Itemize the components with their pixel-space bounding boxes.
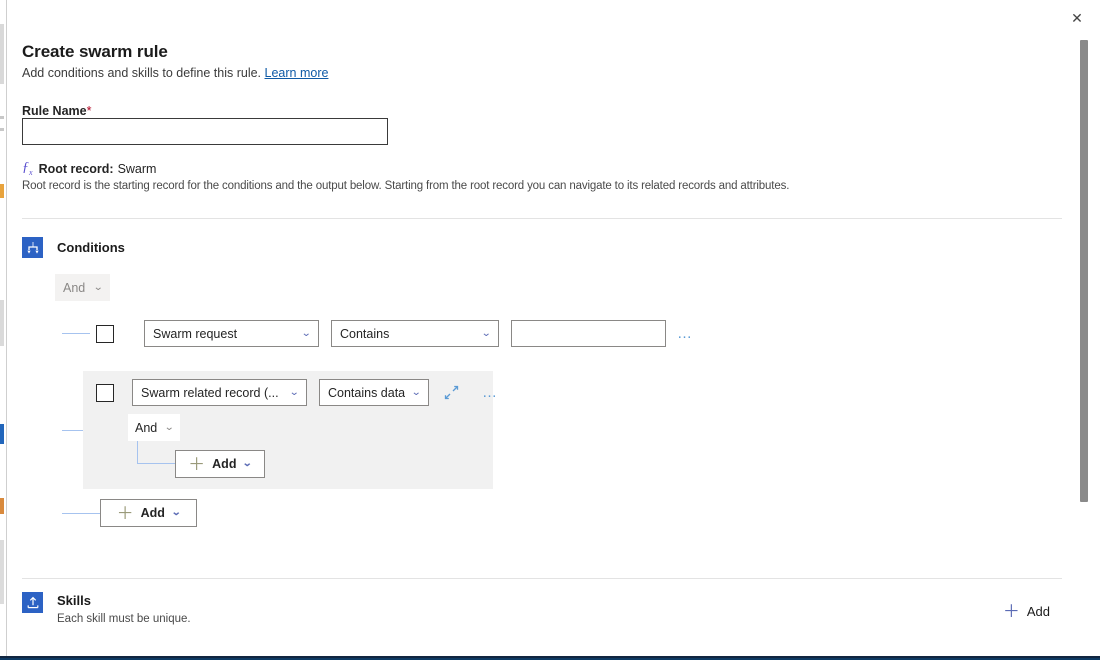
plus-icon: ＋: [1003, 603, 1020, 620]
chevron-down-icon: ⌄: [289, 388, 299, 398]
rule-name-input[interactable]: [22, 118, 388, 145]
rule-name-label-text: Rule Name: [22, 104, 87, 118]
skills-section-header: Skills Each skill must be unique.: [22, 592, 191, 625]
plus-icon: ＋: [117, 505, 134, 522]
nested-add-label: Add: [212, 457, 236, 471]
page-title: Create swarm rule: [0, 0, 1078, 62]
skills-title: Skills: [57, 593, 91, 608]
condition-value-input[interactable]: [511, 320, 666, 347]
conditions-section-header: Conditions: [22, 237, 125, 258]
panel-content: Create swarm rule Add conditions and ski…: [0, 0, 1078, 118]
connector-line: [62, 513, 100, 514]
required-asterisk: *: [87, 104, 92, 118]
root-record-value: Swarm: [118, 162, 157, 176]
nested-condition-checkbox[interactable]: [96, 384, 114, 402]
section-divider: [22, 578, 1062, 579]
nested-group-operator-dropdown[interactable]: And ⌄: [128, 414, 180, 441]
condition-operator-value: Contains: [340, 327, 389, 341]
background-fragment: [0, 300, 4, 346]
create-swarm-rule-panel: ✕ Create swarm rule Add conditions and s…: [0, 0, 1100, 656]
subtitle-text: Add conditions and skills to define this…: [22, 66, 261, 80]
chevron-down-icon: ⌄: [481, 329, 491, 339]
nested-condition-operator-dropdown[interactable]: Contains data ⌄: [319, 379, 429, 406]
chevron-down-icon: ⌄: [301, 329, 311, 339]
chevron-down-icon: ⌄: [164, 423, 174, 433]
group-operator-value: And: [63, 281, 85, 295]
chevron-down-icon: ⌄: [171, 508, 181, 518]
nested-condition-attribute-value: Swarm related record (...: [141, 386, 279, 400]
condition-operator-dropdown[interactable]: Contains ⌄: [331, 320, 499, 347]
condition-attribute-dropdown[interactable]: Swarm request ⌄: [144, 320, 319, 347]
background-fragment: [0, 184, 4, 198]
add-condition-button[interactable]: ＋ Add ⌄: [100, 499, 197, 527]
background-fragment: [0, 498, 4, 514]
condition-row: Swarm request ⌄ Contains ⌄ …: [96, 320, 698, 347]
condition-overflow-menu-button[interactable]: …: [672, 321, 698, 347]
background-fragment: [0, 424, 4, 444]
chevron-down-icon: ⌄: [93, 283, 103, 293]
upload-icon: [22, 592, 43, 613]
collapse-diagonal-icon[interactable]: [439, 381, 463, 405]
nested-condition-row: Swarm related record (... ⌄ Contains dat…: [96, 379, 503, 406]
condition-attribute-value: Swarm request: [153, 327, 237, 341]
root-record: ƒx Root record: Swarm: [22, 161, 156, 177]
add-skill-button[interactable]: ＋ Add: [1003, 603, 1050, 620]
root-record-description: Root record is the starting record for t…: [22, 180, 789, 192]
skills-subtitle: Each skill must be unique.: [57, 609, 191, 625]
chevron-down-icon: ⌄: [242, 459, 252, 469]
nested-condition-attribute-dropdown[interactable]: Swarm related record (... ⌄: [132, 379, 307, 406]
plus-icon: ＋: [188, 456, 205, 473]
background-fragment: [0, 540, 4, 604]
learn-more-link[interactable]: Learn more: [265, 66, 329, 80]
bottom-accent-bar: [0, 656, 1100, 660]
nested-group-operator-value: And: [135, 421, 157, 435]
add-condition-label: Add: [141, 506, 165, 520]
nested-condition-operator-value: Contains data: [328, 386, 405, 400]
condition-row-checkbox[interactable]: [96, 325, 114, 343]
connector-line: [137, 441, 138, 464]
root-record-label: Root record:: [39, 162, 114, 176]
page-subtitle: Add conditions and skills to define this…: [0, 62, 1078, 80]
connector-line: [137, 463, 175, 464]
nested-condition-overflow-menu-button[interactable]: …: [477, 380, 503, 406]
chevron-down-icon: ⌄: [411, 388, 421, 398]
background-fragment: [0, 128, 4, 131]
add-skill-label: Add: [1027, 604, 1050, 619]
rule-name-label: Rule Name*: [0, 80, 1078, 118]
conditions-group-operator-dropdown[interactable]: And ⌄: [55, 274, 110, 301]
branch-split-icon: [22, 237, 43, 258]
conditions-title: Conditions: [57, 237, 125, 258]
scrollbar-thumb[interactable]: [1080, 40, 1088, 502]
function-icon: ƒx: [22, 161, 35, 177]
nested-add-condition-button[interactable]: ＋ Add ⌄: [175, 450, 265, 478]
connector-line: [62, 333, 90, 334]
section-divider: [22, 218, 1062, 219]
